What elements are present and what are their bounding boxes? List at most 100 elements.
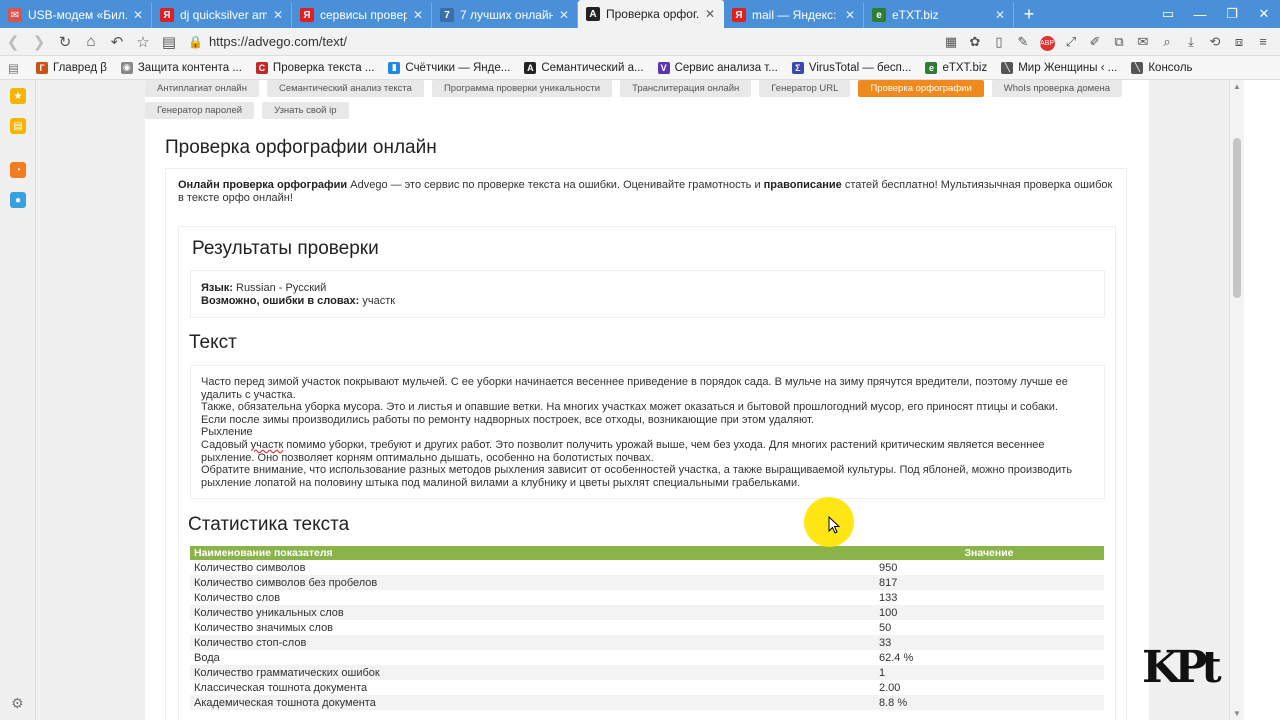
- back-icon[interactable]: ❮: [0, 33, 26, 51]
- tab-close-icon[interactable]: ✕: [995, 8, 1005, 22]
- tool-button[interactable]: Проверка орфографии: [858, 80, 984, 97]
- tab-strip: ✉USB-модем «Бил...✕Яdj quicksilver ame..…: [0, 0, 1280, 28]
- bookmark-item[interactable]: e eTXT.biz: [925, 61, 988, 74]
- notes-sidebar-icon[interactable]: ▤: [10, 118, 26, 134]
- text-fragment: помимо уборки, требуют и других работ. Э…: [201, 438, 1045, 464]
- page-icon[interactable]: ▤: [156, 33, 182, 51]
- gear-icon[interactable]: ⚙: [11, 695, 24, 712]
- misspelled-word[interactable]: участк: [251, 439, 284, 451]
- reload-icon[interactable]: ↻: [52, 33, 78, 51]
- bookmark-item[interactable]: Σ VirusTotal — бесп...: [791, 61, 911, 74]
- tab-close-icon[interactable]: ✕: [133, 8, 143, 22]
- crop-icon[interactable]: ⧉: [1108, 34, 1130, 50]
- stat-value: 133: [879, 591, 898, 604]
- tab-title: USB-модем «Бил...: [28, 8, 127, 22]
- stats-row: Количество значимых слов 50: [190, 620, 1104, 635]
- tab-favicon-icon: Я: [732, 8, 746, 22]
- bookmark-label: Мир Женщины ‹ ...: [1018, 61, 1118, 74]
- tab-4[interactable]: 7 7 лучших онлайн... ✕: [432, 2, 578, 28]
- tab-1[interactable]: ✉ USB-модем «Бил... ✕: [0, 2, 152, 28]
- address-field[interactable]: 🔒 https://advego.com/text/: [188, 34, 828, 49]
- new-tab-button[interactable]: +: [1014, 2, 1044, 28]
- bookmark-label: eTXT.biz: [942, 61, 988, 74]
- tool-button[interactable]: Программа проверки уникальности: [431, 80, 613, 97]
- bookmark-item[interactable]: A Семантический а...: [524, 61, 644, 74]
- stat-name: Количество грамматических ошибок: [190, 665, 874, 680]
- errors-label: Возможно, ошибки в словах:: [201, 295, 360, 307]
- lock-icon: 🔒: [188, 34, 203, 49]
- page-scrollbar[interactable]: ▲ ▼: [1229, 80, 1244, 720]
- close-window-icon[interactable]: ✕: [1248, 6, 1280, 22]
- intro-text-1: Advego — это сервис по проверке текста н…: [347, 179, 764, 191]
- bookmark-item[interactable]: ◉ Защита контента ...: [120, 61, 242, 74]
- minimize-icon[interactable]: —: [1184, 7, 1216, 22]
- tab-2[interactable]: Яdj quicksilver ame... ✕: [152, 2, 292, 28]
- tab-6[interactable]: Яmail — Яндекс: н... ✕: [724, 2, 864, 28]
- download-icon[interactable]: ⤓: [1180, 34, 1202, 50]
- tool-button[interactable]: Антиплагиат онлайн: [145, 80, 259, 97]
- bookmark-item[interactable]: Г Главред β: [36, 61, 107, 74]
- stat-value: 33: [874, 635, 1104, 650]
- tool-button[interactable]: WhoIs проверка домена: [991, 80, 1123, 97]
- tab-7[interactable]: e eTXT.biz ✕: [864, 2, 1014, 28]
- tool-button[interactable]: Семантический анализ текста: [266, 80, 424, 97]
- scroll-down-icon[interactable]: ▼: [1233, 709, 1241, 718]
- bookmarks-panel-icon[interactable]: ▤: [8, 61, 36, 75]
- grid-icon[interactable]: ▦: [940, 34, 962, 50]
- scroll-thumb[interactable]: [1233, 138, 1241, 298]
- bookmark-label: Главред β: [53, 61, 107, 74]
- tab-close-icon[interactable]: ✕: [845, 8, 855, 22]
- tool-button[interactable]: Транслитерация онлайн: [620, 80, 752, 97]
- tab-5[interactable]: A Проверка орфог... ✕: [578, 0, 724, 28]
- tool-button[interactable]: Узнать свой ip: [262, 102, 349, 119]
- tab-title: eTXT.biz: [892, 8, 939, 22]
- edit-icon[interactable]: ✐: [1084, 34, 1106, 50]
- tab-close-icon[interactable]: ✕: [559, 8, 569, 22]
- tab-title: mail — Яндекс: н...: [752, 8, 839, 22]
- reader-icon[interactable]: ▯: [988, 34, 1010, 50]
- stat-name: Количество уникальных слов: [190, 605, 874, 620]
- bookmark-item[interactable]: C Проверка текста ...: [255, 61, 374, 74]
- bookmark-item[interactable]: ▮ Счётчики — Янде...: [388, 61, 510, 74]
- stats-row: Вода 62.4 %: [190, 650, 1104, 665]
- bookmark-item[interactable]: ╲ Мир Женщины ‹ ...: [1001, 61, 1118, 74]
- bookmark-item[interactable]: ╲ Консоль: [1131, 61, 1193, 74]
- menu-icon[interactable]: ≡: [1252, 34, 1274, 49]
- tabs-icon[interactable]: ⧈: [1228, 34, 1250, 50]
- tool-button[interactable]: Генератор паролей: [145, 102, 255, 119]
- stat-value: 8.8 %: [874, 695, 1104, 710]
- text-line: Часто перед зимой участок покрывают муль…: [201, 376, 1068, 401]
- stat-value: 62.4 %: [879, 651, 914, 664]
- bulb-icon[interactable]: ●: [10, 192, 26, 208]
- bookmark-favicon-icon: ◉: [120, 61, 133, 74]
- tool-button[interactable]: Генератор URL: [759, 80, 851, 97]
- rss-icon[interactable]: ◔: [10, 162, 26, 178]
- notes-icon[interactable]: ✉: [1132, 34, 1154, 50]
- favorites-icon[interactable]: ★: [10, 88, 26, 104]
- undo-icon[interactable]: ↶: [104, 33, 130, 51]
- stat-name: Вода: [194, 651, 220, 664]
- capture-icon[interactable]: ⤢: [1060, 34, 1082, 50]
- tab-3[interactable]: Ясервисы провер... ✕: [292, 2, 432, 28]
- search-icon[interactable]: ⌕: [1156, 34, 1178, 50]
- bookmark-favicon-icon: ╲: [1131, 61, 1144, 74]
- tab-close-icon[interactable]: ✕: [705, 7, 715, 21]
- adblock-icon[interactable]: ABP: [1036, 33, 1058, 51]
- extension-icon[interactable]: ✿: [964, 34, 986, 50]
- tools-row-1: Антиплагиат онлайн Семантический анализ т…: [145, 80, 1123, 97]
- bookmark-star-icon[interactable]: ☆: [130, 33, 156, 51]
- tab-close-icon[interactable]: ✕: [273, 8, 283, 22]
- stats-table: Наименование показателя Значение Количес…: [190, 546, 1104, 710]
- scroll-up-icon[interactable]: ▲: [1233, 82, 1241, 91]
- stat-value: 100: [874, 605, 1104, 620]
- restore-icon[interactable]: ❐: [1216, 6, 1248, 22]
- pin-icon[interactable]: ✎: [1012, 34, 1034, 50]
- forward-icon[interactable]: ❯: [26, 33, 52, 51]
- home-icon[interactable]: ⌂: [78, 33, 104, 50]
- bookmark-item[interactable]: V Сервис анализа т...: [657, 61, 778, 74]
- history-icon[interactable]: ⟲: [1204, 34, 1226, 50]
- tab-close-icon[interactable]: ✕: [413, 8, 423, 22]
- bookmark-favicon-icon: Г: [36, 61, 48, 74]
- stats-header-row: Наименование показателя Значение: [190, 546, 1104, 560]
- tabs-overview-icon[interactable]: ▭: [1152, 6, 1184, 22]
